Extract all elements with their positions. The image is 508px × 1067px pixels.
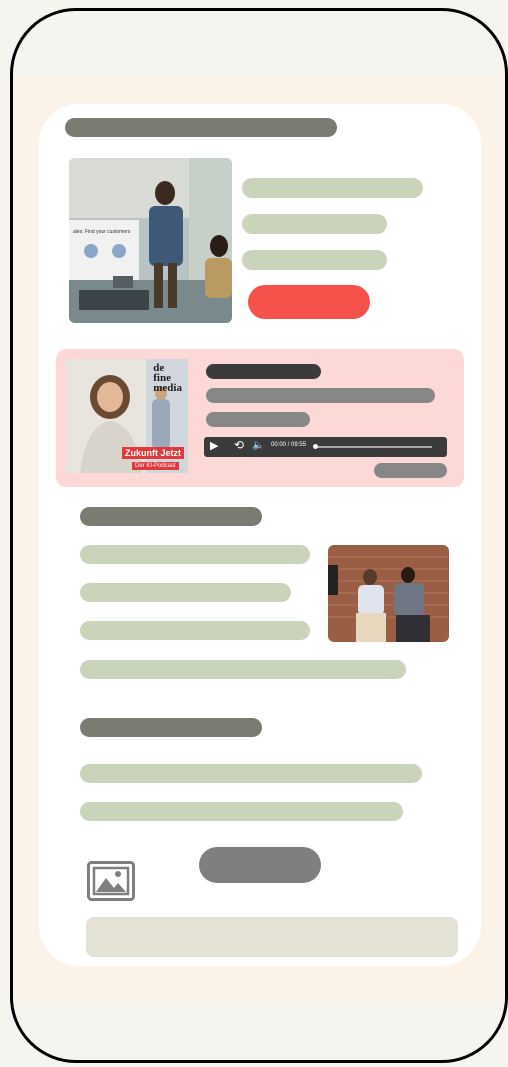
article-line-3: [242, 250, 387, 270]
section2-line-1: [80, 764, 422, 783]
podcast-line-2: [206, 412, 310, 427]
brand-line-3: media: [153, 382, 182, 394]
section2-line-2: [80, 802, 403, 821]
rewind-15-icon[interactable]: ⟲: [234, 438, 244, 452]
section-line-2: [80, 583, 291, 602]
audio-progress-track[interactable]: [314, 446, 432, 448]
content-card: ales: Find your customers de fine media …: [39, 104, 481, 966]
audio-player: ▶ ⟲ 🔈 00:00 / 09:55: [204, 437, 447, 457]
duo-photo: [328, 545, 449, 642]
podcast-meta-placeholder: [374, 463, 447, 478]
section-heading-2: [80, 718, 262, 737]
audio-progress-handle[interactable]: [313, 444, 318, 449]
article-line-1: [242, 178, 423, 198]
section-heading-1: [80, 507, 262, 526]
podcast-cover: de fine media Zukunft Jetzt Der KI-Podca…: [66, 359, 188, 473]
presenter-photo: ales: Find your customers: [69, 158, 232, 323]
image-placeholder-icon: [87, 861, 135, 901]
footer-placeholder: [86, 917, 458, 957]
section-line-4: [80, 660, 406, 679]
podcast-line-1: [206, 388, 435, 403]
phone-screen: ales: Find your customers de fine media …: [13, 77, 505, 1002]
phone-frame: ales: Find your customers de fine media …: [10, 8, 508, 1063]
volume-icon[interactable]: 🔈: [252, 440, 264, 451]
duo-photo-graphic: [328, 545, 449, 642]
presenter-photo-graphic: ales: Find your customers: [69, 158, 232, 323]
podcast-cover-subtitle: Der KI-Podcast: [132, 462, 179, 470]
section-line-3: [80, 621, 310, 640]
podcast-card: de fine media Zukunft Jetzt Der KI-Podca…: [56, 349, 464, 487]
call-to-action-button[interactable]: [248, 285, 370, 319]
play-icon[interactable]: ▶: [210, 439, 218, 452]
page-title-placeholder: [65, 118, 337, 137]
podcast-brand-logo: de fine media: [153, 363, 182, 394]
podcast-title-placeholder: [206, 364, 321, 379]
podcast-cover-title: Zukunft Jetzt: [122, 447, 184, 459]
load-more-button[interactable]: [199, 847, 321, 883]
svg-text:ales: Find your customers: ales: Find your customers: [73, 229, 131, 235]
section-line-1: [80, 545, 310, 564]
article-line-2: [242, 214, 387, 234]
audio-time: 00:00 / 09:55: [271, 442, 307, 448]
